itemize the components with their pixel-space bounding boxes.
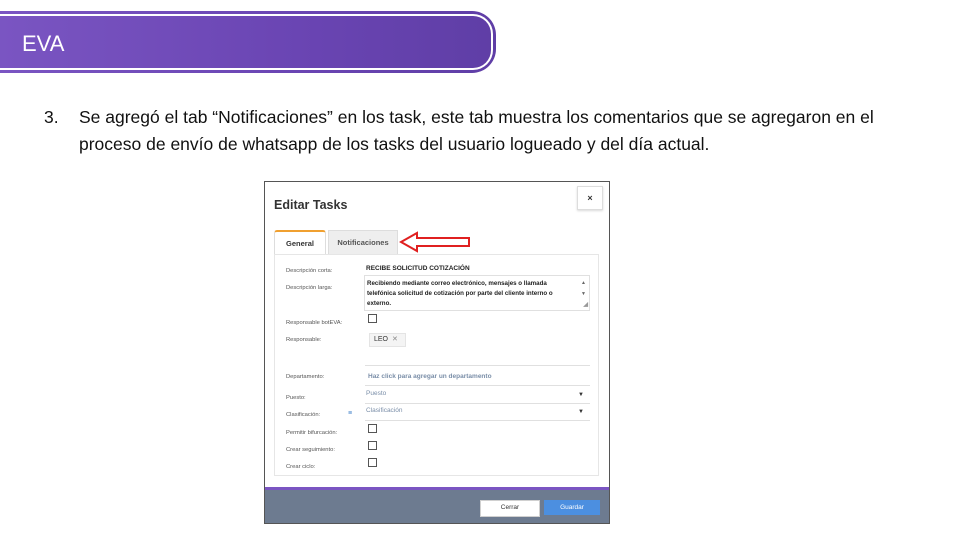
crear-seguimiento-label: Crear seguimiento: <box>286 447 335 453</box>
crear-seguimiento-checkbox[interactable] <box>368 441 377 450</box>
remove-tag-icon[interactable]: ✕ <box>392 336 398 343</box>
close-button[interactable]: × <box>577 186 603 210</box>
close-icon: × <box>587 193 593 203</box>
crear-ciclo-label: Crear ciclo: <box>286 464 316 470</box>
descripcion-larga-label: Descripción larga: <box>286 285 333 291</box>
departamento-input[interactable]: Haz click para agregar un departamento <box>368 373 492 380</box>
chevron-down-icon: ▼ <box>578 392 584 398</box>
list-number: 3. <box>44 107 59 127</box>
paragraph-text: Se agregó el tab “Notificaciones” en los… <box>79 107 874 154</box>
clasificacion-select[interactable]: Clasificación ▼ <box>365 406 590 421</box>
crear-ciclo-checkbox[interactable] <box>368 458 377 467</box>
slide-title: EVA <box>22 31 65 56</box>
clasificacion-label: Clasificación: <box>286 412 321 418</box>
descripcion-corta-value[interactable]: RECIBE SOLICITUD COTIZACIÓN <box>366 265 470 272</box>
departamento-label: Departamento: <box>286 374 325 380</box>
dialog-footer: Cerrar Guardar <box>265 487 609 523</box>
banner-outline <box>0 14 493 70</box>
scroll-up-icon[interactable]: ▲ <box>581 278 586 288</box>
responsable-tag[interactable]: LEO ✕ <box>369 333 406 347</box>
descripcion-corta-label: Descripción corta: <box>286 268 333 274</box>
responsable-tag-text: LEO <box>374 336 389 343</box>
dialog-title: Editar Tasks <box>274 198 348 212</box>
permitir-bifurcacion-label: Permitir bifurcación: <box>286 430 338 436</box>
puesto-label: Puesto: <box>286 395 306 401</box>
cerrar-button[interactable]: Cerrar <box>480 500 540 517</box>
tab-general[interactable]: General <box>274 230 326 254</box>
descripcion-larga-text: Recibiendo mediante correo electrónico, … <box>367 280 553 307</box>
clasificacion-placeholder: Clasificación <box>366 407 403 414</box>
resize-handle-icon[interactable]: ◢ <box>583 300 588 310</box>
puesto-placeholder: Puesto <box>366 390 387 397</box>
descripcion-larga-textarea[interactable]: Recibiendo mediante correo electrónico, … <box>364 275 590 311</box>
chevron-down-icon: ▼ <box>578 409 584 415</box>
permitir-bifurcacion-checkbox[interactable] <box>368 424 377 433</box>
annotation-arrow-icon <box>399 231 470 253</box>
slide-header-banner: EVA <box>0 11 500 75</box>
list-menu-icon[interactable]: ≡ <box>348 410 352 417</box>
responsable-boteva-label: Responsable botEVA: <box>286 320 343 326</box>
divider <box>365 365 590 366</box>
editar-tasks-dialog: Editar Tasks × General Notificaciones De… <box>264 181 610 524</box>
puesto-select[interactable]: Puesto ▼ <box>365 389 590 404</box>
responsable-boteva-checkbox[interactable] <box>368 314 377 323</box>
departamento-underline <box>365 385 590 386</box>
responsable-label: Responsable: <box>286 337 322 343</box>
guardar-button[interactable]: Guardar <box>544 500 600 515</box>
scroll-down-icon[interactable]: ▼ <box>581 289 586 299</box>
tab-notificaciones[interactable]: Notificaciones <box>328 230 398 254</box>
